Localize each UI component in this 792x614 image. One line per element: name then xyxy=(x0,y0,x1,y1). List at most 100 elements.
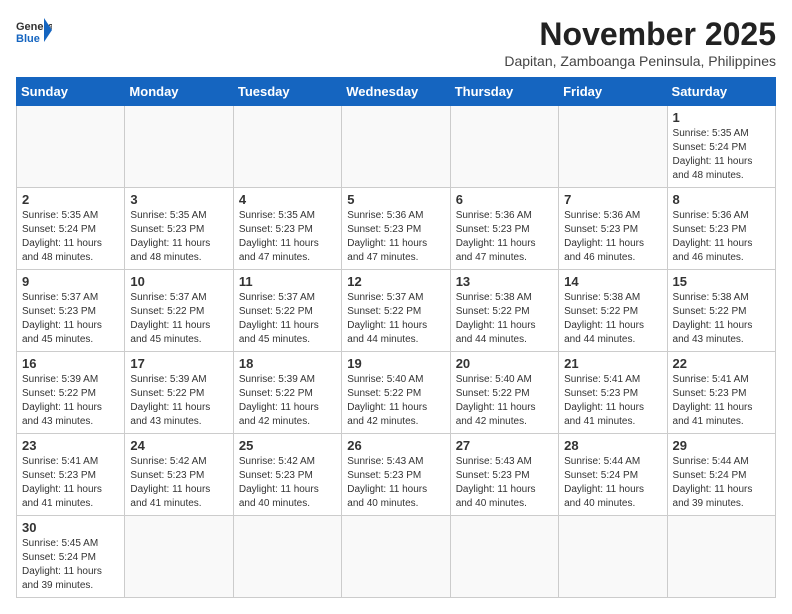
title-area: November 2025 Dapitan, Zamboanga Peninsu… xyxy=(504,16,776,69)
cell-sun-info: Sunrise: 5:40 AM Sunset: 5:22 PM Dayligh… xyxy=(347,373,444,429)
calendar-cell: 30Sunrise: 5:45 AM Sunset: 5:24 PM Dayli… xyxy=(17,516,125,598)
day-number: 19 xyxy=(347,356,444,371)
calendar-cell: 17Sunrise: 5:39 AM Sunset: 5:22 PM Dayli… xyxy=(125,352,233,434)
location-subtitle: Dapitan, Zamboanga Peninsula, Philippine… xyxy=(504,53,776,69)
cell-sun-info: Sunrise: 5:41 AM Sunset: 5:23 PM Dayligh… xyxy=(564,373,661,429)
day-number: 1 xyxy=(673,110,770,125)
weekday-header-monday: Monday xyxy=(125,78,233,106)
calendar-cell: 13Sunrise: 5:38 AM Sunset: 5:22 PM Dayli… xyxy=(450,270,558,352)
calendar-cell xyxy=(667,516,775,598)
calendar-header: SundayMondayTuesdayWednesdayThursdayFrid… xyxy=(17,78,776,106)
weekday-header-wednesday: Wednesday xyxy=(342,78,450,106)
cell-sun-info: Sunrise: 5:36 AM Sunset: 5:23 PM Dayligh… xyxy=(456,209,553,265)
cell-sun-info: Sunrise: 5:35 AM Sunset: 5:24 PM Dayligh… xyxy=(673,127,770,183)
day-number: 20 xyxy=(456,356,553,371)
calendar-cell: 29 Sunrise: 5:44 AM Sunset: 5:24 PM Dayli… xyxy=(667,434,775,516)
cell-sun-info: Sunrise: 5:36 AM Sunset: 5:23 PM Dayligh… xyxy=(347,209,444,265)
week-row-3: 9Sunrise: 5:37 AM Sunset: 5:23 PM Daylig… xyxy=(17,270,776,352)
calendar-cell: 3 Sunrise: 5:35 AM Sunset: 5:23 PM Daylig… xyxy=(125,188,233,270)
calendar-cell: 28Sunrise: 5:44 AM Sunset: 5:24 PM Dayli… xyxy=(559,434,667,516)
calendar-cell: 26 Sunrise: 5:43 AM Sunset: 5:23 PM Dayli… xyxy=(342,434,450,516)
weekday-header-saturday: Saturday xyxy=(667,78,775,106)
weekday-header-tuesday: Tuesday xyxy=(233,78,341,106)
day-number: 8 xyxy=(673,192,770,207)
calendar-cell: 14Sunrise: 5:38 AM Sunset: 5:22 PM Dayli… xyxy=(559,270,667,352)
calendar-cell: 10 Sunrise: 5:37 AM Sunset: 5:22 PM Dayli… xyxy=(125,270,233,352)
day-number: 26 xyxy=(347,438,444,453)
calendar-cell: 4Sunrise: 5:35 AM Sunset: 5:23 PM Daylig… xyxy=(233,188,341,270)
cell-sun-info: Sunrise: 5:38 AM Sunset: 5:22 PM Dayligh… xyxy=(564,291,661,347)
calendar-cell xyxy=(342,516,450,598)
weekday-header-friday: Friday xyxy=(559,78,667,106)
calendar-cell xyxy=(559,106,667,188)
calendar-cell xyxy=(233,106,341,188)
calendar-cell xyxy=(125,106,233,188)
calendar-cell: 23Sunrise: 5:41 AM Sunset: 5:23 PM Dayli… xyxy=(17,434,125,516)
day-number: 29 xyxy=(673,438,770,453)
cell-sun-info: Sunrise: 5:41 AM Sunset: 5:23 PM Dayligh… xyxy=(22,455,119,511)
calendar-cell: 27Sunrise: 5:43 AM Sunset: 5:23 PM Dayli… xyxy=(450,434,558,516)
cell-sun-info: Sunrise: 5:37 AM Sunset: 5:22 PM Dayligh… xyxy=(239,291,336,347)
calendar-cell: 22Sunrise: 5:41 AM Sunset: 5:23 PM Dayli… xyxy=(667,352,775,434)
calendar-cell xyxy=(125,516,233,598)
day-number: 7 xyxy=(564,192,661,207)
day-number: 30 xyxy=(22,520,119,535)
day-number: 28 xyxy=(564,438,661,453)
calendar-cell: 7 Sunrise: 5:36 AM Sunset: 5:23 PM Daylig… xyxy=(559,188,667,270)
day-number: 9 xyxy=(22,274,119,289)
day-number: 3 xyxy=(130,192,227,207)
cell-sun-info: Sunrise: 5:39 AM Sunset: 5:22 PM Dayligh… xyxy=(130,373,227,429)
calendar-cell: 24 Sunrise: 5:42 AM Sunset: 5:23 PM Dayli… xyxy=(125,434,233,516)
cell-sun-info: Sunrise: 5:42 AM Sunset: 5:23 PM Dayligh… xyxy=(239,455,336,511)
weekday-header-thursday: Thursday xyxy=(450,78,558,106)
day-number: 10 xyxy=(130,274,227,289)
day-number: 21 xyxy=(564,356,661,371)
day-number: 2 xyxy=(22,192,119,207)
day-number: 4 xyxy=(239,192,336,207)
weekday-header-sunday: Sunday xyxy=(17,78,125,106)
cell-sun-info: Sunrise: 5:36 AM Sunset: 5:23 PM Dayligh… xyxy=(564,209,661,265)
calendar-cell xyxy=(17,106,125,188)
calendar-cell: 5Sunrise: 5:36 AM Sunset: 5:23 PM Daylig… xyxy=(342,188,450,270)
svg-text:Blue: Blue xyxy=(16,33,40,44)
calendar-cell: 8 Sunrise: 5:36 AM Sunset: 5:23 PM Daylig… xyxy=(667,188,775,270)
calendar-cell: 11Sunrise: 5:37 AM Sunset: 5:22 PM Dayli… xyxy=(233,270,341,352)
cell-sun-info: Sunrise: 5:40 AM Sunset: 5:22 PM Dayligh… xyxy=(456,373,553,429)
cell-sun-info: Sunrise: 5:41 AM Sunset: 5:23 PM Dayligh… xyxy=(673,373,770,429)
calendar-cell: 12Sunrise: 5:37 AM Sunset: 5:22 PM Dayli… xyxy=(342,270,450,352)
cell-sun-info: Sunrise: 5:43 AM Sunset: 5:23 PM Dayligh… xyxy=(456,455,553,511)
day-number: 18 xyxy=(239,356,336,371)
cell-sun-info: Sunrise: 5:43 AM Sunset: 5:23 PM Dayligh… xyxy=(347,455,444,511)
week-row-5: 23Sunrise: 5:41 AM Sunset: 5:23 PM Dayli… xyxy=(17,434,776,516)
calendar-cell: 1 Sunrise: 5:35 AM Sunset: 5:24 PM Daylig… xyxy=(667,106,775,188)
cell-sun-info: Sunrise: 5:44 AM Sunset: 5:24 PM Dayligh… xyxy=(673,455,770,511)
logo-image: General Blue xyxy=(16,16,52,44)
day-number: 6 xyxy=(456,192,553,207)
cell-sun-info: Sunrise: 5:37 AM Sunset: 5:22 PM Dayligh… xyxy=(347,291,444,347)
cell-sun-info: Sunrise: 5:42 AM Sunset: 5:23 PM Dayligh… xyxy=(130,455,227,511)
calendar-cell xyxy=(233,516,341,598)
calendar-body: 1 Sunrise: 5:35 AM Sunset: 5:24 PM Daylig… xyxy=(17,106,776,598)
calendar-cell xyxy=(450,106,558,188)
week-row-2: 2Sunrise: 5:35 AM Sunset: 5:24 PM Daylig… xyxy=(17,188,776,270)
weekday-header-row: SundayMondayTuesdayWednesdayThursdayFrid… xyxy=(17,78,776,106)
day-number: 15 xyxy=(673,274,770,289)
calendar-cell xyxy=(559,516,667,598)
calendar-cell: 20 Sunrise: 5:40 AM Sunset: 5:22 PM Dayli… xyxy=(450,352,558,434)
cell-sun-info: Sunrise: 5:37 AM Sunset: 5:22 PM Dayligh… xyxy=(130,291,227,347)
day-number: 24 xyxy=(130,438,227,453)
calendar-cell: 16Sunrise: 5:39 AM Sunset: 5:22 PM Dayli… xyxy=(17,352,125,434)
cell-sun-info: Sunrise: 5:35 AM Sunset: 5:23 PM Dayligh… xyxy=(130,209,227,265)
month-title: November 2025 xyxy=(504,16,776,53)
cell-sun-info: Sunrise: 5:39 AM Sunset: 5:22 PM Dayligh… xyxy=(22,373,119,429)
calendar-cell: 19 Sunrise: 5:40 AM Sunset: 5:22 PM Dayli… xyxy=(342,352,450,434)
calendar-cell: 9Sunrise: 5:37 AM Sunset: 5:23 PM Daylig… xyxy=(17,270,125,352)
cell-sun-info: Sunrise: 5:36 AM Sunset: 5:23 PM Dayligh… xyxy=(673,209,770,265)
day-number: 25 xyxy=(239,438,336,453)
calendar-table: SundayMondayTuesdayWednesdayThursdayFrid… xyxy=(16,77,776,598)
logo: General Blue xyxy=(16,16,52,44)
day-number: 13 xyxy=(456,274,553,289)
calendar-cell xyxy=(450,516,558,598)
calendar-cell: 25 Sunrise: 5:42 AM Sunset: 5:23 PM Dayli… xyxy=(233,434,341,516)
calendar-cell: 15Sunrise: 5:38 AM Sunset: 5:22 PM Dayli… xyxy=(667,270,775,352)
